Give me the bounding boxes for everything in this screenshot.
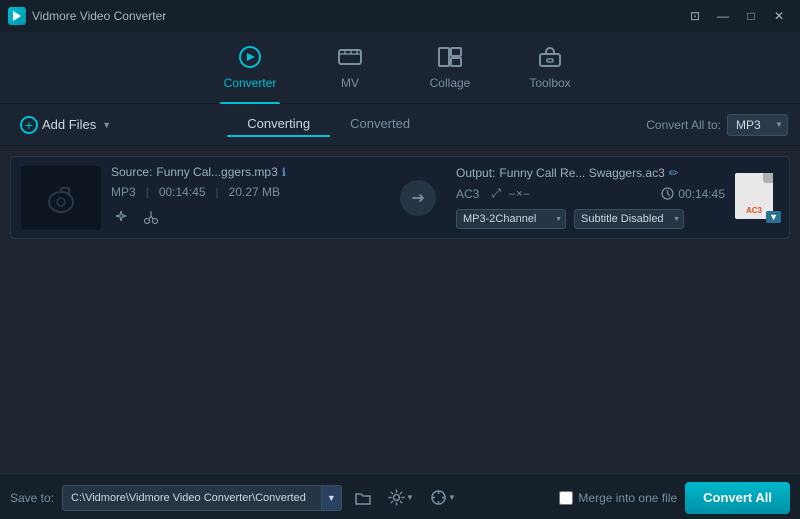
minimize-btn[interactable]: — bbox=[710, 6, 736, 26]
file-size: 20.27 MB bbox=[229, 185, 280, 199]
source-filename: Funny Cal...ggers.mp3 bbox=[156, 165, 277, 179]
mv-icon bbox=[337, 46, 363, 72]
output-header: Output: Funny Call Re... Swaggers.ac3 ✏ bbox=[456, 166, 725, 180]
format-select[interactable]: MP3 MP4 AVI MKV MOV AAC FLAC WAV bbox=[727, 114, 788, 136]
subtitle-select-wrapper[interactable]: Subtitle Disabled None bbox=[574, 209, 684, 229]
collage-tab-label: Collage bbox=[430, 76, 471, 90]
subtitle-select[interactable]: Subtitle Disabled None bbox=[574, 209, 684, 229]
edit-filename-icon[interactable]: ✏ bbox=[669, 166, 679, 180]
cut-btn[interactable] bbox=[141, 207, 161, 230]
merge-label: Merge into one file bbox=[578, 491, 677, 505]
output-meta: AC3 ⤢ –×– 00:14:45 bbox=[456, 186, 725, 201]
toolbox-tab-label: Toolbox bbox=[529, 76, 570, 90]
resize-icon: ⤢ bbox=[491, 186, 501, 201]
output-format-dropdown-btn[interactable]: ▼ bbox=[766, 211, 781, 223]
convert-all-button[interactable]: Convert All bbox=[685, 482, 790, 514]
meta-sep2: | bbox=[216, 185, 219, 199]
source-label: Source: bbox=[111, 165, 152, 179]
tab-mv[interactable]: MV bbox=[300, 32, 400, 104]
convert-all-to-section: Convert All to: MP3 MP4 AVI MKV MOV AAC … bbox=[646, 114, 788, 136]
sub-tab-converted[interactable]: Converted bbox=[330, 112, 430, 137]
file-source: Source: Funny Cal...ggers.mp3 ℹ bbox=[111, 165, 380, 179]
title-bar: Vidmore Video Converter ⊡ — □ ✕ bbox=[0, 0, 800, 32]
effects-btn[interactable]: ▼ bbox=[426, 487, 460, 508]
merge-checkbox-area: Merge into one file bbox=[559, 491, 677, 505]
save-path-input[interactable] bbox=[62, 485, 322, 511]
file-info: Source: Funny Cal...ggers.mp3 ℹ MP3 | 00… bbox=[111, 165, 380, 230]
convert-all-to-label: Convert All to: bbox=[646, 118, 721, 132]
save-to-label: Save to: bbox=[10, 491, 54, 505]
file-duration: 00:14:45 bbox=[159, 185, 206, 199]
tab-collage[interactable]: Collage bbox=[400, 32, 500, 104]
main-content: Source: Funny Cal...ggers.mp3 ℹ MP3 | 00… bbox=[0, 146, 800, 475]
path-input-wrapper: ▼ bbox=[62, 485, 342, 511]
settings-btn[interactable]: ▼ bbox=[384, 487, 418, 508]
collage-icon bbox=[437, 46, 463, 72]
add-files-dropdown-icon[interactable]: ▼ bbox=[102, 120, 111, 130]
sub-tab-group: Converting Converted bbox=[227, 112, 430, 137]
add-files-label: Add Files bbox=[42, 117, 96, 132]
audio-dash: –×– bbox=[509, 188, 531, 200]
app-title: Vidmore Video Converter bbox=[32, 9, 166, 23]
file-actions bbox=[111, 207, 380, 230]
subtitle-btn[interactable]: ⊡ bbox=[682, 6, 708, 26]
output-section: Output: Funny Call Re... Swaggers.ac3 ✏ … bbox=[456, 166, 725, 229]
output-filename: Funny Call Re... Swaggers.ac3 bbox=[499, 166, 664, 180]
format-select-wrapper[interactable]: MP3 MP4 AVI MKV MOV AAC FLAC WAV bbox=[727, 114, 788, 136]
file-meta: MP3 | 00:14:45 | 20.27 MB bbox=[111, 185, 380, 199]
file-item: Source: Funny Cal...ggers.mp3 ℹ MP3 | 00… bbox=[10, 156, 790, 239]
output-label: Output: bbox=[456, 166, 495, 180]
channel-select-wrapper[interactable]: MP3-2Channel Stereo Mono 5.1 Surround bbox=[456, 209, 566, 229]
title-bar-left: Vidmore Video Converter bbox=[8, 7, 166, 25]
converter-icon bbox=[237, 46, 263, 72]
output-file-ext: AC3 bbox=[746, 206, 762, 215]
tab-converter[interactable]: Converter bbox=[200, 32, 300, 104]
file-thumbnail bbox=[21, 166, 101, 230]
add-files-button[interactable]: + Add Files ▼ bbox=[12, 112, 119, 138]
add-icon: + bbox=[20, 116, 38, 134]
meta-sep1: | bbox=[146, 185, 149, 199]
toolbox-icon bbox=[537, 46, 563, 72]
file-format: MP3 bbox=[111, 185, 136, 199]
output-controls: MP3-2Channel Stereo Mono 5.1 Surround Su… bbox=[456, 209, 725, 229]
window-controls: ⊡ — □ ✕ bbox=[682, 6, 792, 26]
info-icon[interactable]: ℹ bbox=[282, 166, 286, 179]
sub-tab-converting[interactable]: Converting bbox=[227, 112, 330, 137]
open-folder-btn[interactable] bbox=[350, 488, 376, 508]
maximize-btn[interactable]: □ bbox=[738, 6, 764, 26]
converter-tab-label: Converter bbox=[224, 76, 277, 90]
tab-toolbox[interactable]: Toolbox bbox=[500, 32, 600, 104]
arrow-section bbox=[390, 180, 446, 216]
mv-tab-label: MV bbox=[341, 76, 359, 90]
nav-tabs: Converter MV Collage bbox=[0, 32, 800, 104]
close-btn[interactable]: ✕ bbox=[766, 6, 792, 26]
sparkle-btn[interactable] bbox=[111, 207, 131, 230]
output-duration: 00:14:45 bbox=[678, 187, 725, 201]
merge-checkbox[interactable] bbox=[559, 491, 573, 505]
channel-select[interactable]: MP3-2Channel Stereo Mono 5.1 Surround bbox=[456, 209, 566, 229]
convert-arrow bbox=[400, 180, 436, 216]
app-icon bbox=[8, 7, 26, 25]
path-dropdown-btn[interactable]: ▼ bbox=[322, 485, 342, 511]
output-format: AC3 bbox=[456, 187, 479, 201]
toolbar: + Add Files ▼ Converting Converted Conve… bbox=[0, 104, 800, 146]
output-thumbnail: AC3 ▼ bbox=[735, 173, 779, 223]
bottom-bar: Save to: ▼ ▼ ▼ Merge into one file Conve… bbox=[0, 475, 800, 519]
